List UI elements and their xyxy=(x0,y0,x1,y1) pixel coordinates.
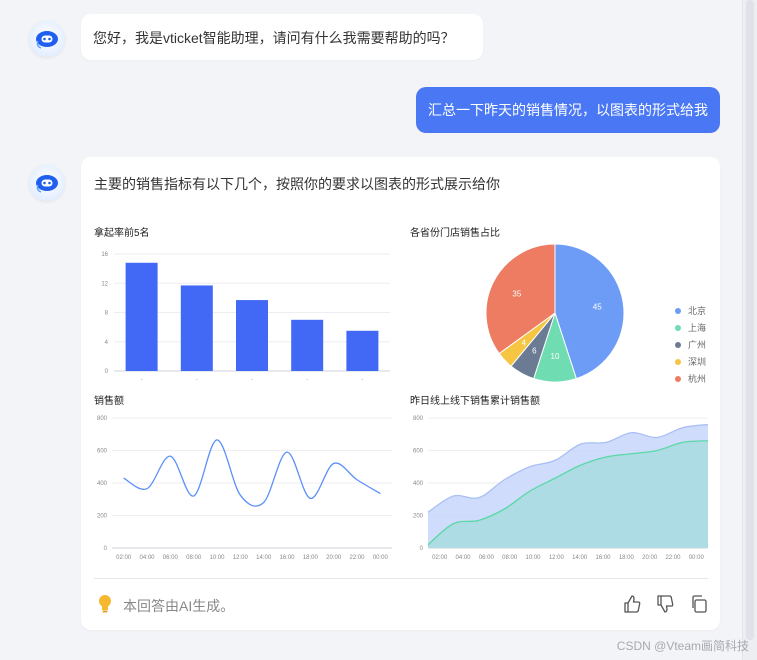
legend-item[interactable]: 上海 xyxy=(675,319,706,336)
thumbs-up-icon[interactable] xyxy=(622,594,642,614)
x-tick-label: 22:00 xyxy=(349,555,365,561)
pie-slice-label: 10 xyxy=(551,352,560,361)
line-chart: 0 200 400 600 800 02:00 04:00 06:00 08:00 10:00 12… xyxy=(97,416,392,561)
legend-item[interactable]: 广州 xyxy=(675,336,706,353)
x-tick-label: 18:00 xyxy=(303,555,319,561)
pie-chart: 45 10 64 35 xyxy=(485,243,625,383)
legend-label: 杭州 xyxy=(688,374,707,384)
x-tick-label: 08:00 xyxy=(502,555,518,561)
x-tick-label: 12:00 xyxy=(549,555,565,561)
robot-icon xyxy=(36,175,58,193)
thumbs-down-icon[interactable] xyxy=(655,594,675,614)
legend-item[interactable]: 深圳 xyxy=(675,353,706,370)
y-tick-label: 600 xyxy=(97,449,108,455)
y-tick-label: 800 xyxy=(97,416,108,422)
x-tick-label: 08:00 xyxy=(186,555,202,561)
user-message: 汇总一下昨天的销售情况，以图表的形式给我 xyxy=(416,87,720,133)
y-tick-label: 200 xyxy=(413,514,424,520)
x-tick-label: 22:00 xyxy=(665,555,681,561)
robot-icon xyxy=(36,31,58,49)
y-tick-label: 12 xyxy=(101,281,108,287)
x-tick-label: 10:00 xyxy=(525,555,541,561)
x-tick-label: 14:00 xyxy=(256,555,272,561)
pie-slice-label: 4 xyxy=(522,338,527,347)
lightbulb-icon xyxy=(99,595,111,613)
x-tick-label: 06:00 xyxy=(479,555,495,561)
legend-dot xyxy=(675,358,681,365)
y-tick-label: 4 xyxy=(105,340,109,346)
x-tick-label: 02:00 xyxy=(432,555,448,561)
x-tick-label: 04:00 xyxy=(455,555,471,561)
bar-chart-title: 拿起率前5名 xyxy=(94,228,150,239)
y-tick-label: 800 xyxy=(413,416,424,422)
legend-item[interactable]: 北京 xyxy=(675,302,706,319)
y-tick-label: 16 xyxy=(101,252,108,258)
y-tick-label: 8 xyxy=(105,311,109,317)
x-tick-label: 00:00 xyxy=(689,555,705,561)
legend-dot xyxy=(675,307,681,314)
bar-chart: 0 4 8 12 16 xyxy=(101,252,390,380)
bot-message-greeting: 您好，我是vticket智能助理，请问有什么我需要帮助的吗？ xyxy=(81,14,483,60)
y-tick-label: 200 xyxy=(97,514,108,520)
watermark: CSDN @Vteam画简科技 xyxy=(616,639,749,653)
pie-slice-label: 6 xyxy=(532,346,537,355)
greeting-text: 您好，我是vticket智能助理，请问有什么我需要帮助的吗？ xyxy=(93,30,455,46)
scrollbar-thumb[interactable] xyxy=(746,0,754,640)
legend-label: 上海 xyxy=(688,323,707,333)
legend-label: 深圳 xyxy=(688,357,707,367)
bar xyxy=(180,285,213,371)
x-tick-label: 10:00 xyxy=(209,555,225,561)
bot-avatar xyxy=(29,165,65,201)
bot-avatar xyxy=(29,21,65,57)
series-line xyxy=(123,439,381,507)
legend-label: 北京 xyxy=(688,306,707,316)
area-chart-title: 昨日线上线下销售累计销售额 xyxy=(410,396,540,407)
pie-slice-label: 45 xyxy=(593,302,602,311)
area-chart: 0 200 400 600 800 02:00 04:00 06:00 08:00 10:00 12… xyxy=(413,416,709,561)
user-query-text: 汇总一下昨天的销售情况，以图表的形式给我 xyxy=(428,102,708,118)
x-tick-label: 18:00 xyxy=(619,555,635,561)
x-tick-label: 04:00 xyxy=(139,555,155,561)
x-tick-label: 20:00 xyxy=(642,555,658,561)
x-tick-label: 06:00 xyxy=(163,555,179,561)
legend-dot xyxy=(675,341,681,348)
x-tick-label: 14:00 xyxy=(572,555,588,561)
line-chart-title: 销售额 xyxy=(94,396,124,407)
y-tick-label: 0 xyxy=(104,546,108,552)
x-tick-label: 12:00 xyxy=(233,555,249,561)
bar xyxy=(125,262,158,371)
ai-disclaimer: 本回答由AI生成。 xyxy=(123,598,235,614)
legend-item[interactable]: 杭州 xyxy=(675,370,706,387)
legend-dot xyxy=(675,375,681,382)
y-tick-label: 600 xyxy=(413,449,424,455)
pie-slice-label: 35 xyxy=(512,290,521,299)
legend-label: 广州 xyxy=(688,340,707,350)
copy-icon[interactable] xyxy=(689,594,709,614)
y-tick-label: 400 xyxy=(413,481,424,487)
x-tick-label: 16:00 xyxy=(279,555,295,561)
x-tick-label: 02:00 xyxy=(116,555,132,561)
footer-divider xyxy=(94,578,708,579)
bar xyxy=(291,319,324,371)
bar xyxy=(236,300,268,371)
y-tick-label: 0 xyxy=(105,369,109,375)
y-tick-label: 400 xyxy=(97,481,108,487)
y-tick-label: 0 xyxy=(420,546,424,552)
scrollbar[interactable] xyxy=(742,0,757,660)
bar xyxy=(346,330,379,371)
answer-intro-text: 主要的销售指标有以下几个，按照你的要求以图表的形式展示给你 xyxy=(94,176,500,192)
x-tick-label: 16:00 xyxy=(595,555,611,561)
legend-dot xyxy=(675,324,681,331)
pie-legend: 北京上海广州深圳杭州 xyxy=(675,302,706,387)
x-tick-label: 20:00 xyxy=(326,555,342,561)
x-tick-label: 00:00 xyxy=(373,555,389,561)
